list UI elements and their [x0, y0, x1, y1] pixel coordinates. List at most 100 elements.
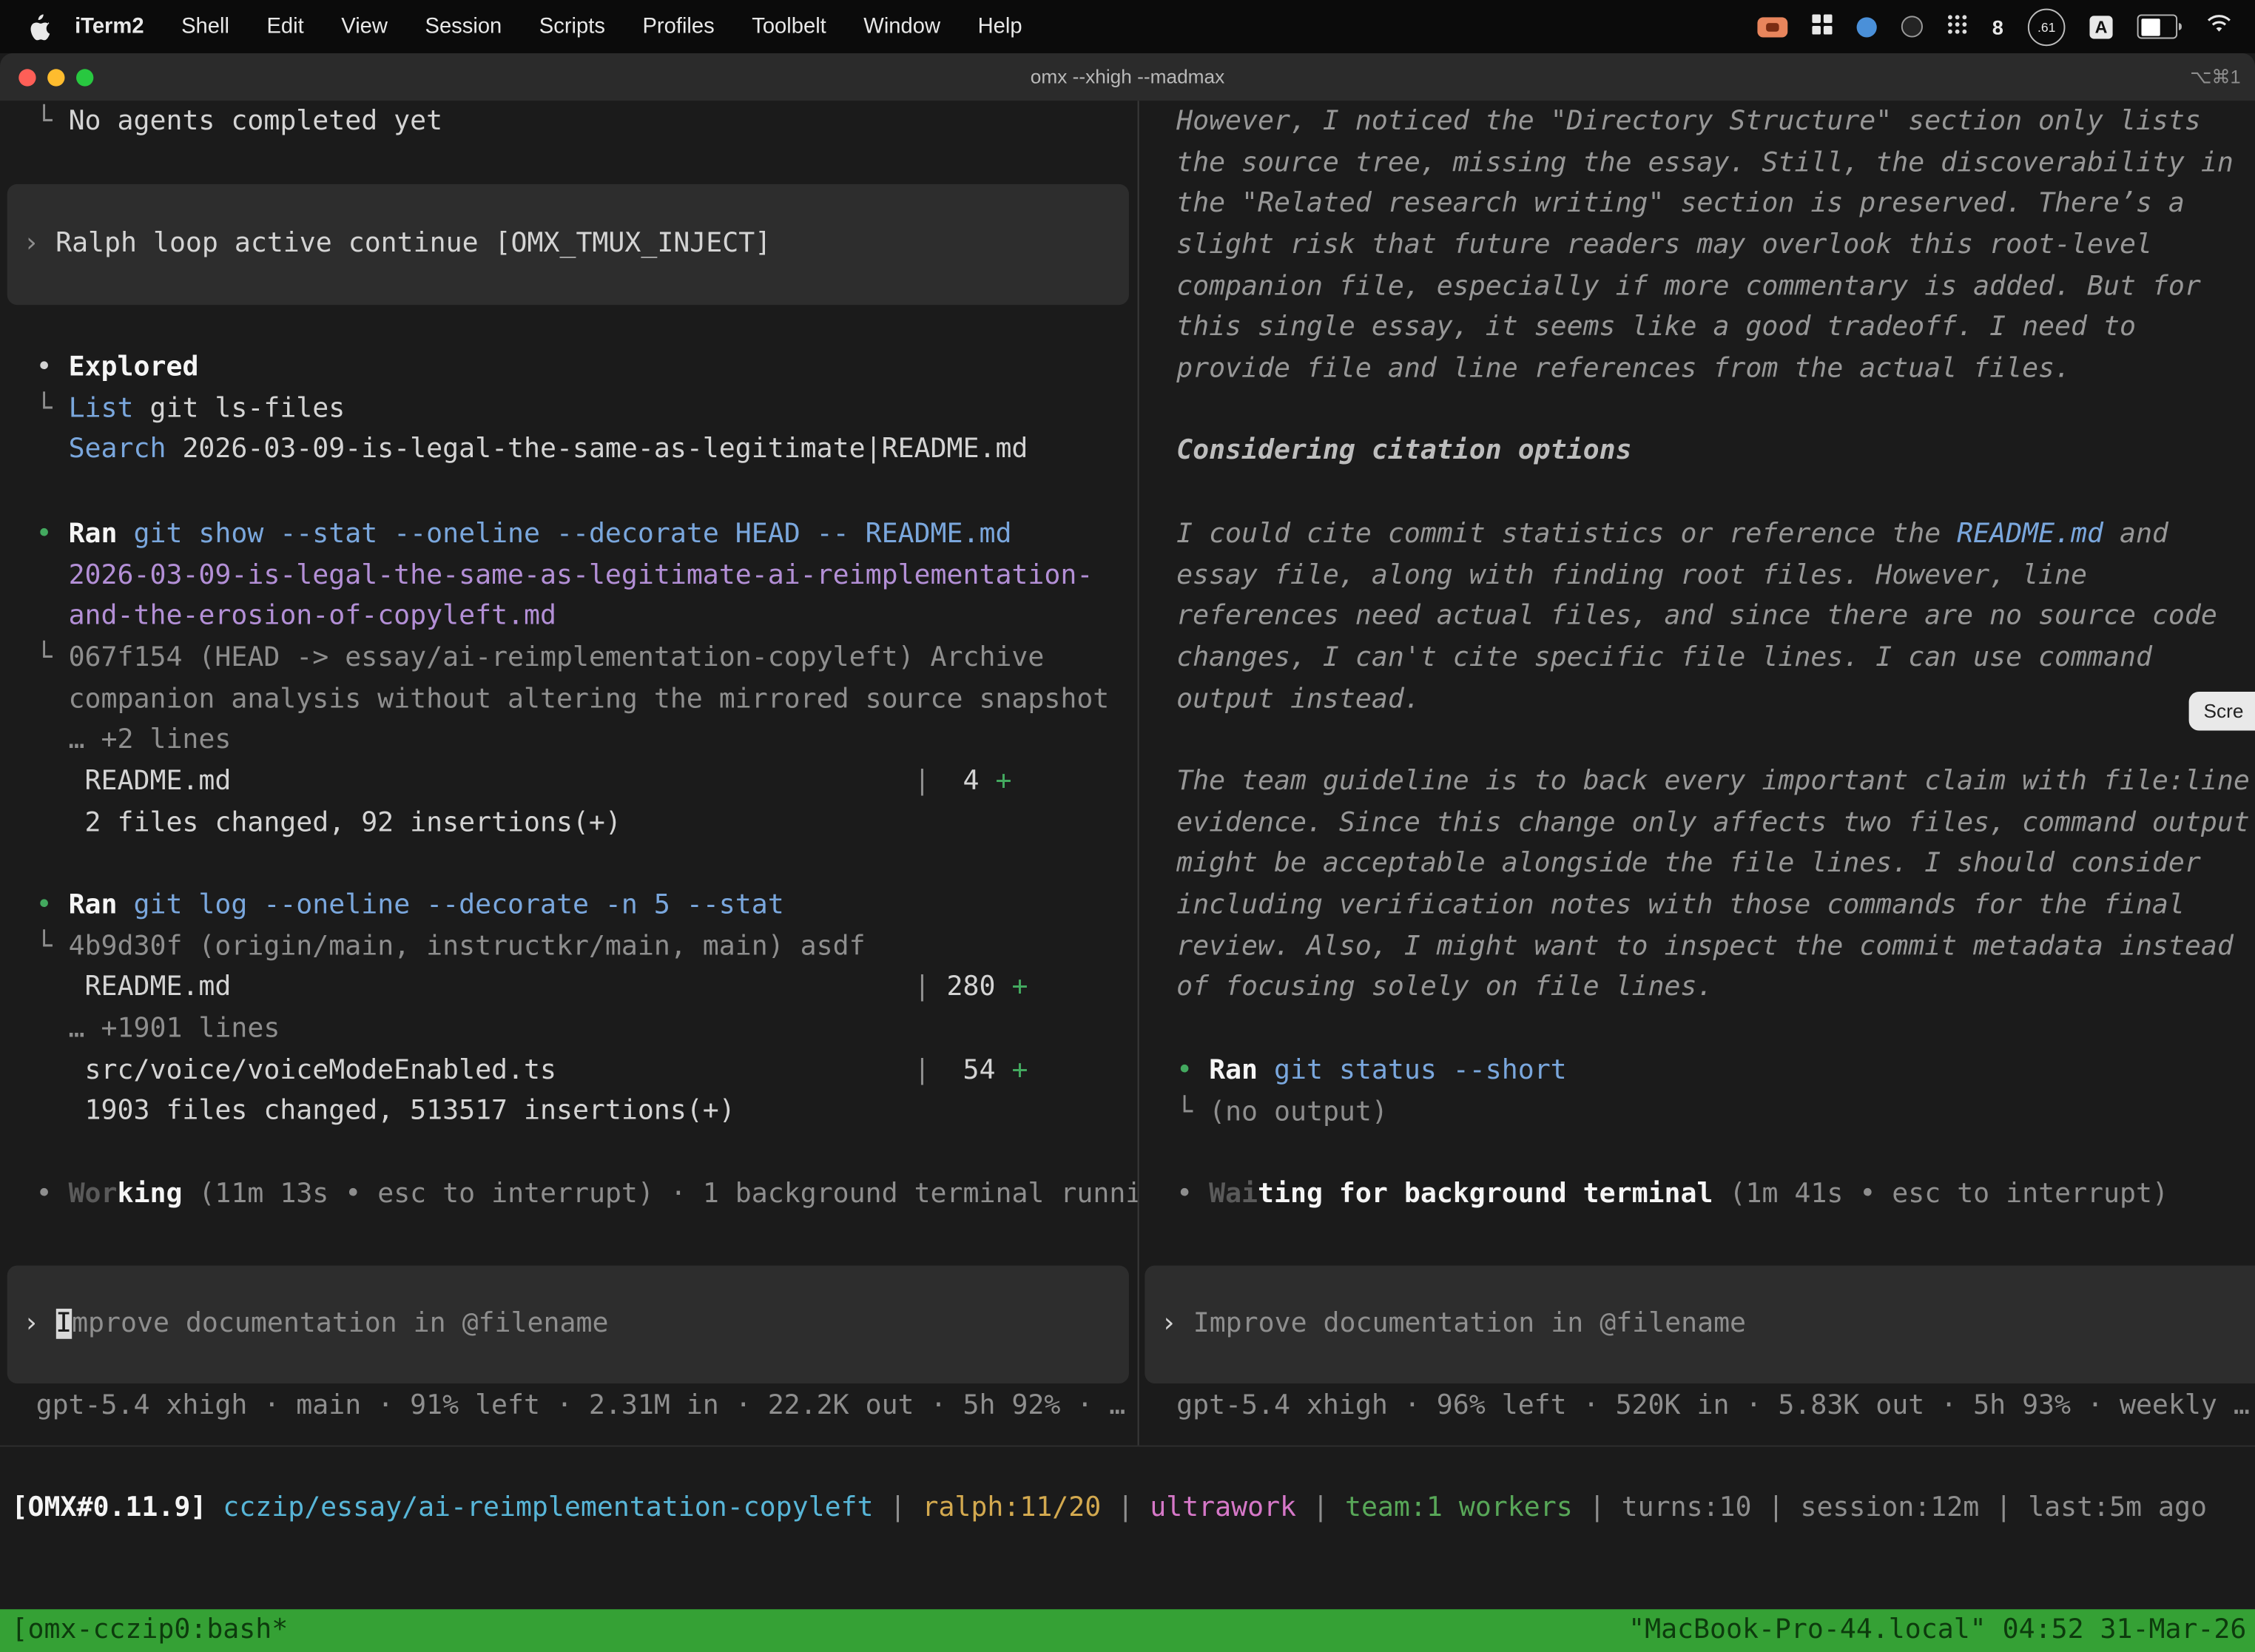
menu-edit[interactable]: Edit — [248, 14, 323, 38]
text-segment: | — [1752, 1493, 1801, 1523]
dark-app-icon[interactable] — [1901, 16, 1923, 37]
text-segment: List — [69, 394, 134, 424]
text-segment: 4b9d30f (origin/main, instructkr/main, m… — [69, 931, 866, 962]
screen-recording-indicator[interactable] — [1758, 16, 1788, 36]
terminal-line: [OMX#0.11.9] cczip/essay/ai-reimplementa… — [12, 1489, 2255, 1530]
menu-view[interactable]: View — [323, 14, 406, 38]
text-segment: | — [1979, 1493, 2028, 1523]
text-segment: └ — [36, 107, 69, 137]
terminal-line: gpt-5.4 xhigh · 96% left · 520K in · 5.8… — [1176, 1386, 2255, 1428]
wifi-icon[interactable] — [2206, 14, 2232, 38]
text-segment: 2026-03-09-is-legal-the-same-as-legitima… — [166, 435, 1028, 465]
text-segment: last:5m ago — [2028, 1493, 2207, 1523]
terminal-line: • Explored — [36, 348, 1138, 389]
menu-toolbelt[interactable]: Toolbelt — [733, 14, 845, 38]
text-segment: ting for background terminal — [1258, 1179, 1713, 1210]
terminal-line: slight risk that future readers may over… — [1176, 226, 2255, 267]
text-segment: of focusing solely on file lines. — [1176, 973, 1713, 1003]
menu-profiles[interactable]: Profiles — [624, 14, 733, 38]
reasoning-heading: Considering citation options — [1176, 431, 2255, 473]
menu-shell[interactable]: Shell — [163, 14, 248, 38]
blue-app-icon[interactable] — [1857, 16, 1877, 36]
text-segment: + — [995, 766, 1011, 797]
pane-divider-vertical[interactable] — [1138, 101, 1139, 1446]
text-segment: + — [1011, 973, 1028, 1003]
terminal-line: └ No agents completed yet — [36, 102, 1138, 144]
text-segment: gpt-5.4 xhigh · 96% left · 520K in · 5.8… — [1176, 1391, 2250, 1421]
text-segment: | — [874, 1493, 923, 1523]
text-segment: … +2 lines — [36, 726, 232, 756]
text-segment: Ralph loop active continue [OMX_TMUX_INJ… — [55, 228, 771, 258]
menu-scripts[interactable]: Scripts — [521, 14, 624, 38]
text-segment: git status --short — [1274, 1056, 1567, 1086]
text-segment: › — [23, 228, 55, 258]
terminal-line: 2026-03-09-is-legal-the-same-as-legitima… — [36, 556, 1138, 598]
text-segment: Ran — [1209, 1056, 1258, 1086]
text-segment: | — [231, 973, 930, 1003]
text-segment: ultrawork — [1150, 1493, 1296, 1523]
text-segment: and — [2103, 519, 2168, 550]
omx-session-status-line: [OMX#0.11.9] cczip/essay/ai-reimplementa… — [12, 1489, 2255, 1530]
text-segment: and-the-erosion-of-copyleft.md — [69, 601, 556, 632]
window-title: omx --xhigh --madmax — [0, 66, 2255, 87]
input-source-icon[interactable]: A — [2089, 15, 2112, 38]
meter-badge-icon[interactable]: .61 — [2028, 8, 2066, 46]
terminal-pane-left[interactable]: └ No agents completed yet › Ralph loop a… — [0, 101, 1138, 1446]
terminal-line: • Ran git show --stat --oneline --decora… — [36, 515, 1138, 556]
text-segment: including verification notes with those … — [1176, 890, 2185, 920]
text-segment: references need actual files, and since … — [1176, 601, 2217, 632]
text-segment — [118, 519, 134, 550]
text-cursor: I — [55, 1308, 72, 1338]
text-segment: git log --oneline --decorate -n 5 --stat — [134, 890, 784, 920]
menu-session[interactable]: Session — [406, 14, 520, 38]
battery-nub — [2179, 23, 2182, 30]
terminal-line: essay file, along with finding root file… — [1176, 556, 2255, 598]
text-segment: | — [1573, 1493, 1622, 1523]
tmux-status-bar: [omx-cczip0:bash* "MacBook-Pro-44.local"… — [0, 1608, 2255, 1651]
text-segment: companion file, especially if more comme… — [1176, 272, 2201, 302]
zoom-button[interactable] — [76, 68, 93, 85]
text-segment: Search — [69, 435, 166, 465]
terminal-line: the source tree, missing the essay. Stil… — [1176, 144, 2255, 185]
menu-iterm2[interactable]: iTerm2 — [56, 14, 163, 38]
close-button[interactable] — [18, 68, 36, 85]
text-segment: README.md — [36, 973, 232, 1003]
dots-grid-icon[interactable] — [1947, 13, 1967, 39]
screen-overlay-button[interactable]: Scre — [2189, 692, 2255, 730]
apple-menu-icon[interactable] — [29, 13, 50, 39]
menu-window[interactable]: Window — [845, 14, 959, 38]
terminal-line: • Working (11m 13s • esc to interrupt) ·… — [36, 1175, 1138, 1216]
text-segment: | — [556, 1055, 931, 1085]
text-segment: Considering citation options — [1176, 436, 1631, 466]
terminal-pane-right[interactable]: However, I noticed the "Directory Struct… — [1139, 101, 2255, 1446]
text-segment: └ — [36, 931, 69, 962]
text-segment: 2 files changed, 92 insertions(+) — [36, 808, 621, 838]
terminal-line: └ (no output) — [1176, 1093, 2255, 1134]
terminal-line: Search 2026-03-09-is-legal-the-same-as-l… — [36, 431, 1138, 472]
text-segment: | — [231, 766, 930, 797]
terminal-line: gpt-5.4 xhigh · main · 91% left · 2.31M … — [36, 1386, 1138, 1428]
text-segment: src/voice/voiceModeEnabled.ts — [36, 1055, 556, 1085]
digit-badge-icon[interactable]: 8 — [1992, 15, 2003, 38]
text-segment: ralph:11/20 — [922, 1493, 1101, 1523]
text-segment: └ — [36, 394, 69, 424]
menu-help[interactable]: Help — [959, 14, 1041, 38]
text-segment: Wor — [69, 1179, 118, 1210]
minimize-button[interactable] — [47, 68, 64, 85]
text-segment: • — [36, 519, 69, 550]
terminal-line: › Improve documentation in @filename — [1161, 1304, 1746, 1345]
launcher-grid-icon[interactable] — [1813, 13, 1833, 39]
terminal-line: However, I noticed the "Directory Struct… — [1176, 102, 2255, 144]
text-segment: › — [23, 1308, 55, 1338]
prompt-input-right[interactable]: › Improve documentation in @filename — [1145, 1266, 2255, 1383]
text-segment: this single essay, it seems like a good … — [1176, 313, 2136, 343]
ralph-loop-banner: › Ralph loop active continue [OMX_TMUX_I… — [7, 184, 1129, 305]
prompt-input-left[interactable]: › Improve documentation in @filename — [7, 1266, 1129, 1383]
terminal-line: └ 4b9d30f (origin/main, instructkr/main,… — [36, 927, 1138, 968]
text-segment: git ls-files — [134, 394, 346, 424]
text-segment — [1713, 1179, 1729, 1210]
text-segment: gpt-5.4 xhigh · main · 91% left · 2.31M … — [36, 1391, 1126, 1421]
terminal-line: • Waiting for background terminal (1m 41… — [1176, 1175, 2255, 1216]
git-status-block: • Ran git status --short└ (no output) — [1176, 1051, 2255, 1134]
battery-icon[interactable] — [2137, 14, 2182, 38]
